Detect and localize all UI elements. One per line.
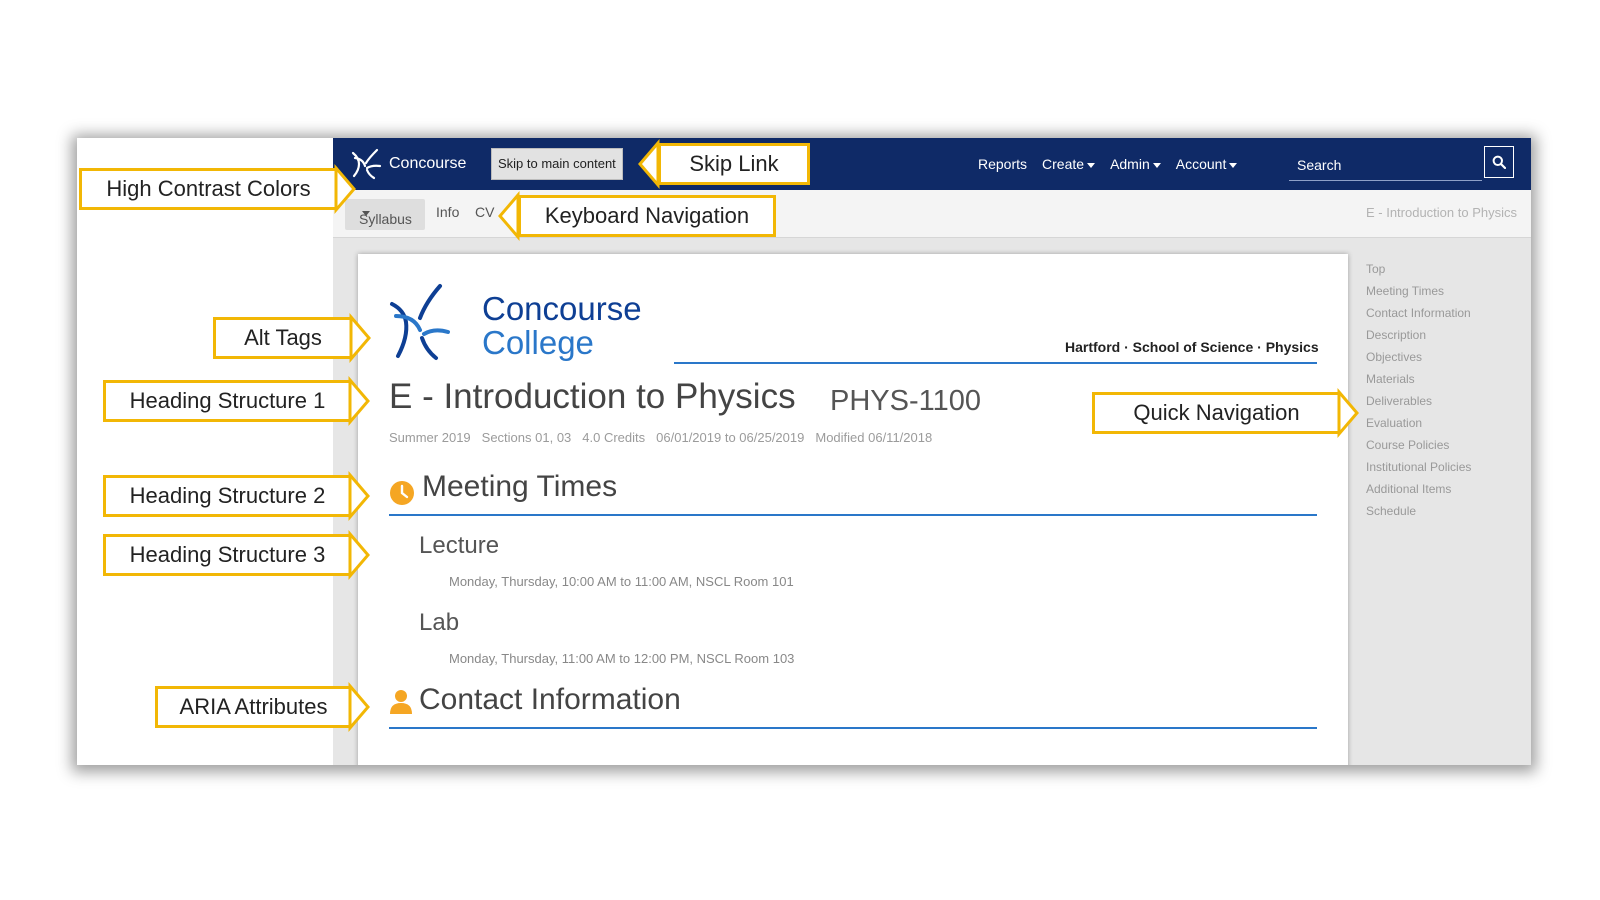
- brand-name: Concourse: [389, 155, 467, 172]
- syllabus-document: Concourse College Hartford · School of S…: [358, 254, 1348, 765]
- page-title: E - Introduction to Physics: [389, 377, 796, 416]
- department-path: Hartford · School of Science · Physics: [1065, 339, 1319, 355]
- quicknav-meeting-times[interactable]: Meeting Times: [1366, 280, 1471, 302]
- quick-navigation: Top Meeting Times Contact Information De…: [1366, 258, 1471, 522]
- user-icon: [390, 690, 412, 714]
- callout-skip-link: Skip Link: [658, 143, 810, 185]
- tab-cv[interactable]: CV: [475, 204, 494, 220]
- callout-alt-tags: Alt Tags: [213, 317, 353, 359]
- callout-arrow-icon: [349, 312, 371, 364]
- caret-down-icon: [1152, 162, 1161, 168]
- callout-arrow-icon: [334, 163, 356, 215]
- college-logo-icon: [390, 284, 450, 360]
- lecture-detail: Monday, Thursday, 10:00 AM to 11:00 AM, …: [449, 574, 794, 589]
- lab-heading: Lab: [419, 609, 460, 636]
- callout-quick-navigation: Quick Navigation: [1092, 392, 1341, 434]
- callout-heading-structure-2: Heading Structure 2: [103, 475, 352, 517]
- quicknav-materials[interactable]: Materials: [1366, 368, 1471, 390]
- college-name: Concourse College: [482, 292, 642, 360]
- tab-info[interactable]: Info: [436, 204, 459, 220]
- callout-keyboard-navigation: Keyboard Navigation: [518, 195, 776, 237]
- quicknav-additional-items[interactable]: Additional Items: [1366, 478, 1471, 500]
- callout-heading-structure-3: Heading Structure 3: [103, 534, 352, 576]
- breadcrumb: E - Introduction to Physics: [1365, 205, 1517, 220]
- callout-high-contrast-colors: High Contrast Colors: [79, 168, 338, 210]
- menu-reports[interactable]: Reports: [978, 156, 1027, 172]
- quicknav-contact-information[interactable]: Contact Information: [1366, 302, 1471, 324]
- lab-detail: Monday, Thursday, 11:00 AM to 12:00 PM, …: [449, 651, 795, 666]
- meeting-times-divider: [389, 514, 1317, 516]
- quicknav-description[interactable]: Description: [1366, 324, 1471, 346]
- quicknav-top[interactable]: Top: [1366, 258, 1471, 280]
- caret-down-icon: [1229, 162, 1238, 168]
- callout-arrow-icon: [348, 681, 370, 733]
- search-icon: [1492, 155, 1506, 169]
- callout-arrow-icon: [638, 138, 660, 190]
- callout-aria-attributes: ARIA Attributes: [155, 686, 352, 728]
- lecture-heading: Lecture: [419, 532, 500, 559]
- callout-arrow-icon: [498, 190, 520, 242]
- quicknav-evaluation[interactable]: Evaluation: [1366, 412, 1471, 434]
- callout-heading-structure-1: Heading Structure 1: [103, 380, 352, 422]
- search-button[interactable]: [1484, 146, 1514, 178]
- quicknav-schedule[interactable]: Schedule: [1366, 500, 1471, 522]
- menu-reports-label: Reports: [978, 156, 1028, 172]
- menu-admin-label: Admin: [1110, 156, 1150, 172]
- course-code: PHYS-1100: [830, 385, 981, 417]
- meta-term: Summer 2019: [389, 430, 471, 445]
- contact-information-heading: Contact Information: [419, 683, 681, 716]
- tab-syllabus[interactable]: Syllabus: [345, 199, 425, 230]
- callout-arrow-icon: [348, 470, 370, 522]
- caret-down-icon: [362, 211, 370, 216]
- callout-arrow-icon: [348, 375, 370, 427]
- quicknav-deliverables[interactable]: Deliverables: [1366, 390, 1471, 412]
- meta-sections: Sections 01, 03: [481, 430, 572, 445]
- meeting-times-heading: Meeting Times: [422, 470, 618, 503]
- caret-down-icon: [1087, 162, 1096, 168]
- meta-dates: 06/01/2019 to 06/25/2019: [656, 430, 805, 445]
- college-line-1: Concourse: [482, 290, 642, 327]
- quicknav-institutional-policies[interactable]: Institutional Policies: [1366, 456, 1471, 478]
- contact-divider: [389, 727, 1317, 729]
- screenshot-frame: Concourse Skip to main content Reports C…: [77, 138, 1531, 765]
- menu-admin[interactable]: Admin: [1110, 156, 1161, 172]
- clock-icon: [390, 481, 414, 505]
- search-input[interactable]: [1289, 150, 1482, 181]
- menu-create[interactable]: Create: [1042, 156, 1096, 172]
- college-line-2: College: [482, 324, 594, 361]
- meta-modified: Modified 06/11/2018: [815, 430, 933, 445]
- menu-create-label: Create: [1042, 156, 1085, 172]
- callout-arrow-icon: [1337, 387, 1359, 439]
- menu-account[interactable]: Account: [1176, 156, 1238, 172]
- header-divider: [674, 362, 1317, 364]
- course-meta: Summer 2019 Sections 01, 03 4.0 Credits …: [389, 430, 932, 445]
- main-menu: Reports Create Admin Account: [978, 138, 1238, 190]
- top-navbar: Concourse Skip to main content Reports C…: [333, 138, 1531, 190]
- quicknav-objectives[interactable]: Objectives: [1366, 346, 1471, 368]
- quicknav-course-policies[interactable]: Course Policies: [1366, 434, 1471, 456]
- callout-arrow-icon: [348, 529, 370, 581]
- menu-account-label: Account: [1175, 156, 1227, 172]
- skip-to-main-content-link[interactable]: Skip to main content: [491, 148, 623, 180]
- brand-link[interactable]: Concourse: [347, 146, 466, 182]
- meta-credits: 4.0 Credits: [582, 430, 646, 445]
